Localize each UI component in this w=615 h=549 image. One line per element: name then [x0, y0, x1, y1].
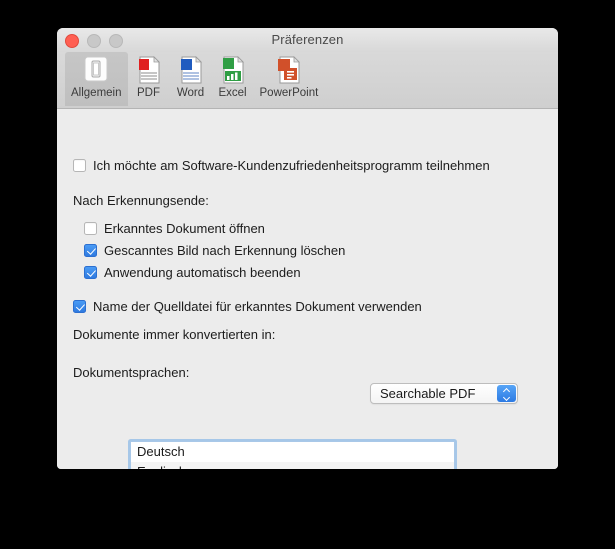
window-titlebar: Präferenzen [57, 28, 558, 52]
word-doc-icon [176, 54, 206, 86]
tab-label-allgemein: Allgemein [71, 87, 122, 99]
after-recognition-heading: Nach Erkennungsende: [73, 193, 209, 208]
preferences-content: Ich möchte am Software-Kundenzufriedenhe… [57, 109, 558, 469]
source-name-label: Name der Quelldatei für erkanntes Dokume… [93, 299, 422, 314]
convert-label-row: Dokumente immer konvertierten in: [73, 327, 275, 342]
tab-allgemein[interactable]: Allgemein [65, 52, 128, 106]
tab-powerpoint[interactable]: PowerPoint [254, 52, 325, 106]
tab-excel[interactable]: Excel [212, 52, 254, 106]
delete-scan-checkbox[interactable] [84, 244, 97, 257]
preferences-toolbar: Allgemein PDF Word Excel PowerPoint [57, 52, 558, 109]
survey-checkbox[interactable] [73, 159, 86, 172]
pdf-doc-icon [134, 54, 164, 86]
scanner-icon [81, 54, 111, 86]
window-title: Präferenzen [271, 32, 344, 47]
open-document-label: Erkanntes Dokument öffnen [104, 221, 265, 236]
source-name-checkbox[interactable] [73, 300, 86, 313]
list-item[interactable]: Englisch [131, 461, 454, 469]
chevron-down-icon [503, 395, 510, 399]
tab-pdf[interactable]: PDF [128, 52, 170, 106]
tab-label-word: Word [176, 87, 205, 99]
convert-format-dropdown[interactable]: Searchable PDF [370, 383, 518, 404]
quit-app-checkbox[interactable] [84, 266, 97, 279]
convert-label: Dokumente immer konvertierten in: [73, 327, 276, 342]
open-document-checkbox[interactable] [84, 222, 97, 235]
chevron-up-icon [503, 389, 510, 393]
excel-doc-icon [218, 54, 248, 86]
delete-scan-row[interactable]: Gescanntes Bild nach Erkennung löschen [84, 243, 345, 258]
tab-label-powerpoint: PowerPoint [259, 87, 319, 99]
tab-label-excel: Excel [218, 87, 247, 99]
ppt-doc-icon [274, 54, 304, 86]
quit-app-label: Anwendung automatisch beenden [104, 265, 301, 280]
preferences-window: Präferenzen Allgemein PDF Word Excel Pow… [57, 28, 558, 469]
convert-format-value: Searchable PDF [380, 386, 476, 401]
survey-checkbox-row[interactable]: Ich möchte am Software-Kundenzufriedenhe… [73, 158, 490, 173]
delete-scan-label: Gescanntes Bild nach Erkennung löschen [104, 243, 346, 258]
document-languages-listbox[interactable]: Deutsch Englisch [130, 441, 455, 469]
open-document-row[interactable]: Erkanntes Dokument öffnen [84, 221, 265, 236]
languages-heading: Dokumentsprachen: [73, 365, 190, 380]
list-item[interactable]: Deutsch [131, 442, 454, 462]
tab-label-pdf: PDF [137, 87, 160, 99]
tab-word[interactable]: Word [170, 52, 212, 106]
source-name-row[interactable]: Name der Quelldatei für erkanntes Dokume… [73, 299, 422, 314]
chevron-updown-icon [497, 385, 516, 402]
quit-app-row[interactable]: Anwendung automatisch beenden [84, 265, 301, 280]
survey-checkbox-label: Ich möchte am Software-Kundenzufriedenhe… [93, 158, 490, 173]
